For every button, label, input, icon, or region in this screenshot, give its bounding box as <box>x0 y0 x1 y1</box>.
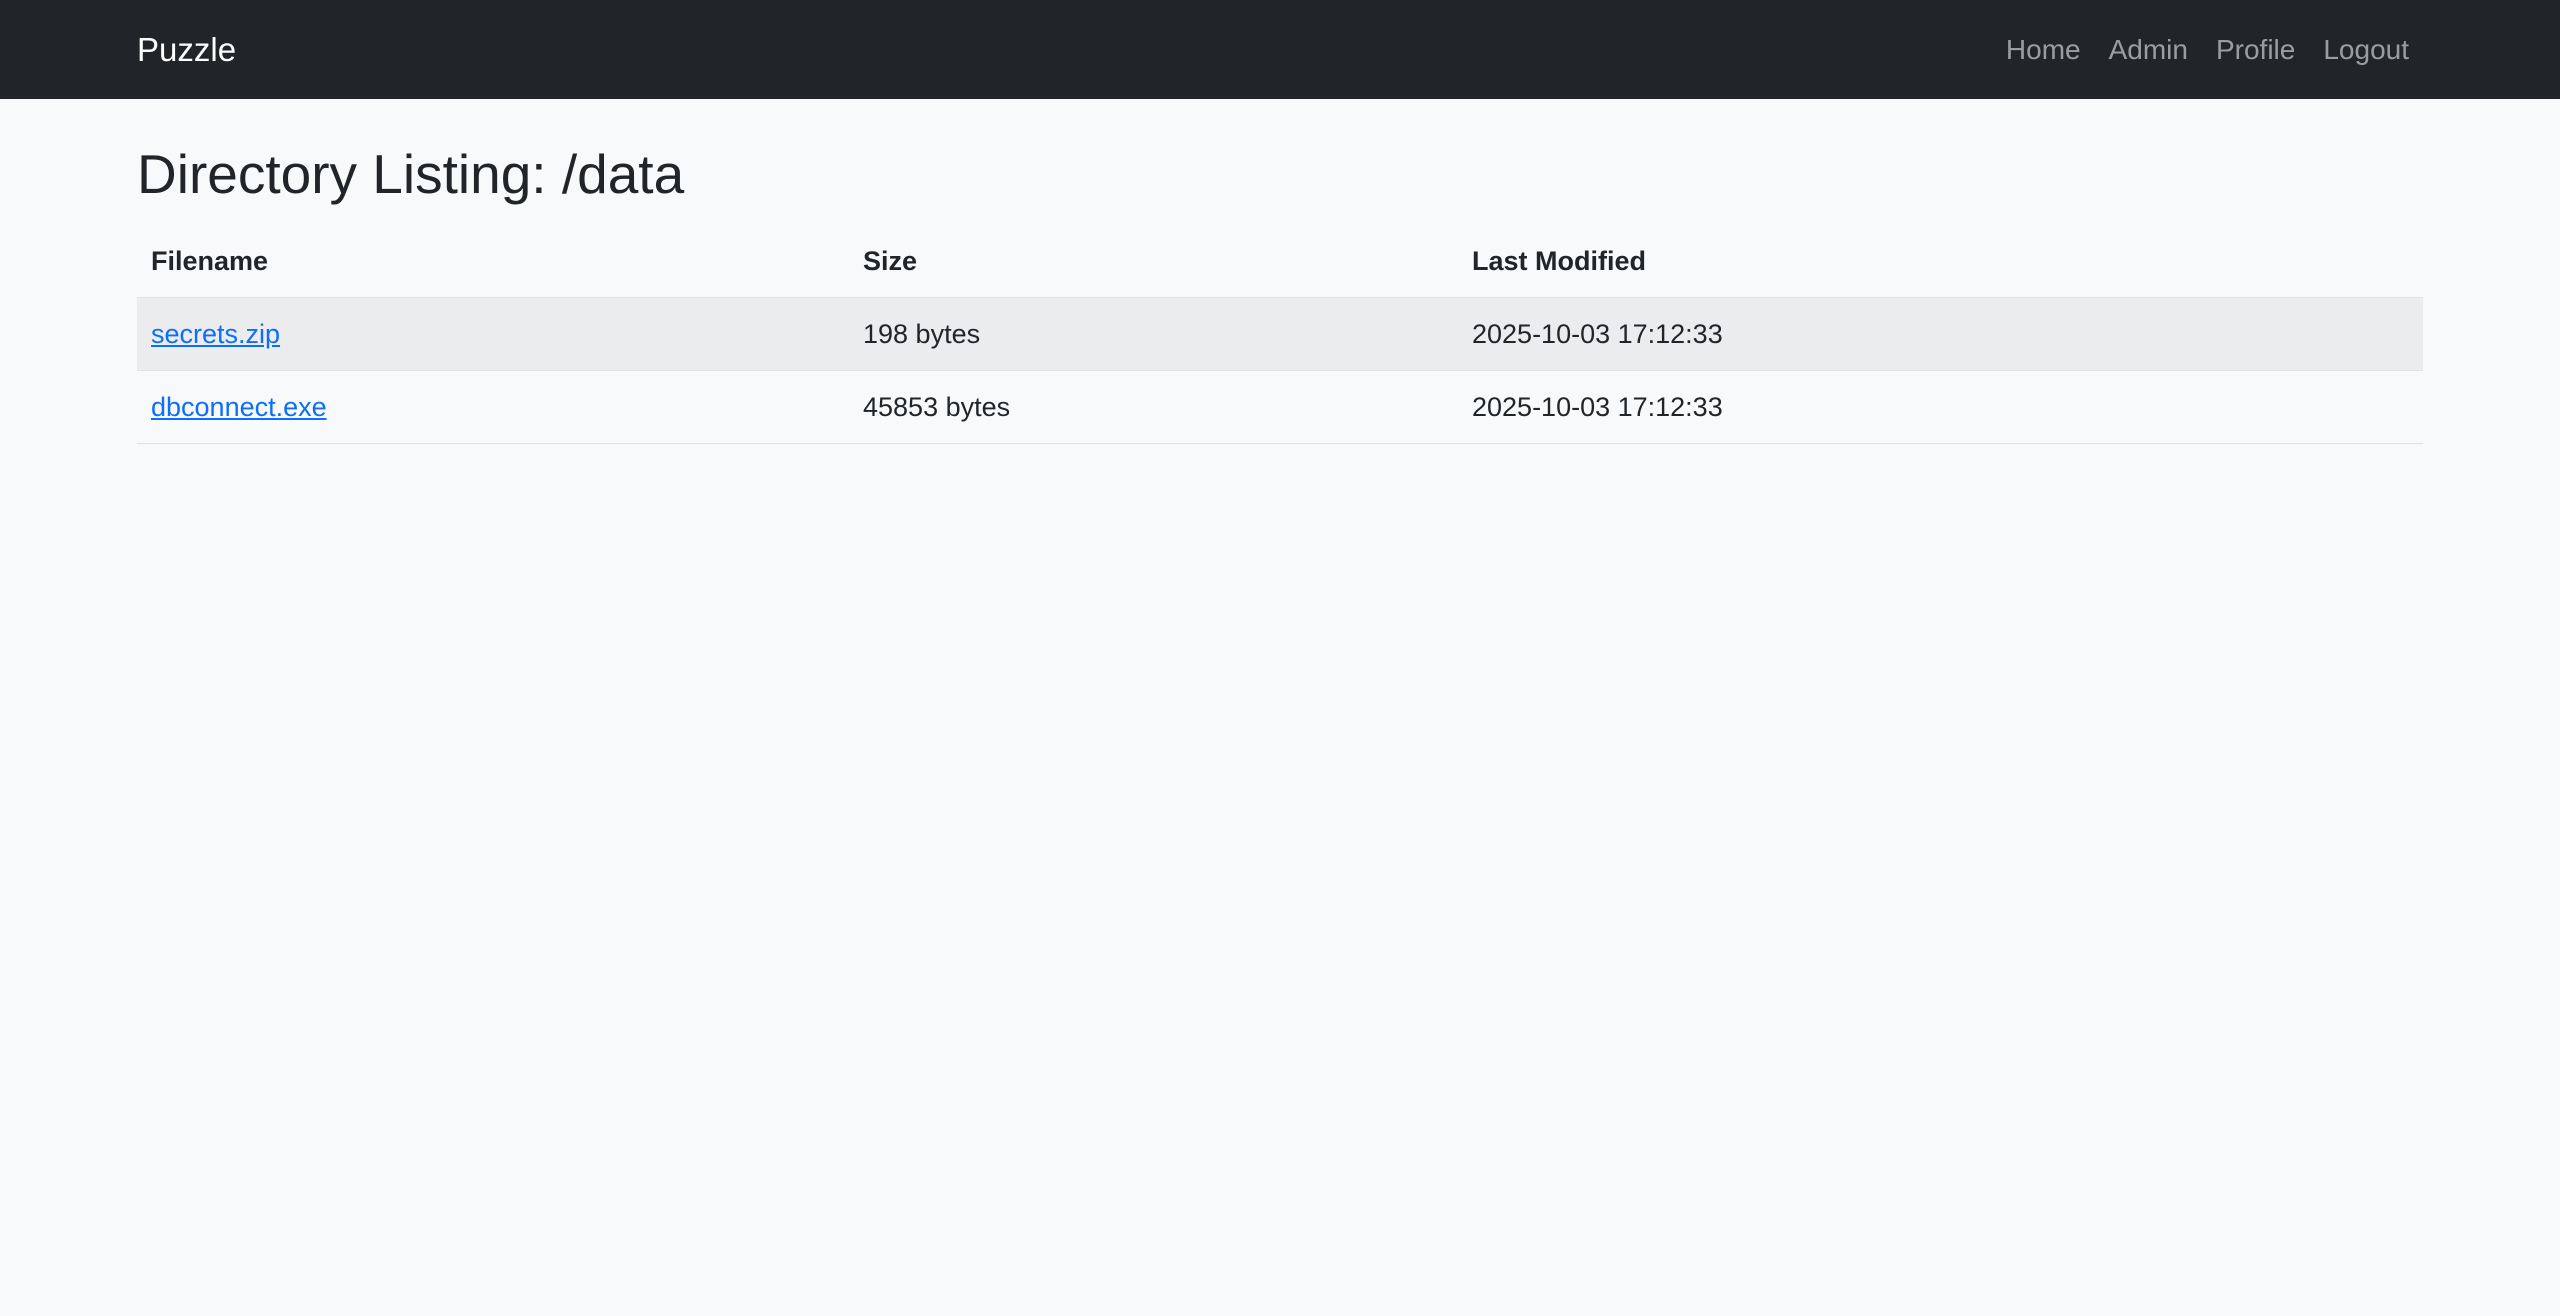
top-navbar: Puzzle Home Admin Profile Logout <box>0 0 2560 99</box>
column-header-size: Size <box>849 225 1458 298</box>
column-header-last-modified: Last Modified <box>1458 225 2423 298</box>
table-row: secrets.zip 198 bytes 2025-10-03 17:12:3… <box>137 297 2423 371</box>
modified-cell: 2025-10-03 17:12:33 <box>1458 297 2423 371</box>
nav-logout-link[interactable]: Logout <box>2309 34 2409 66</box>
filename-cell: secrets.zip <box>137 297 849 371</box>
size-cell: 45853 bytes <box>849 370 1458 444</box>
nav-links: Home Admin Profile Logout <box>1992 34 2409 66</box>
nav-profile-link[interactable]: Profile <box>2202 34 2309 66</box>
file-link[interactable]: dbconnect.exe <box>151 392 327 422</box>
column-header-filename: Filename <box>137 225 849 298</box>
table-header-row: Filename Size Last Modified <box>137 225 2423 298</box>
main-content: Directory Listing: /data Filename Size L… <box>0 141 2560 444</box>
brand-link[interactable]: Puzzle <box>137 31 236 69</box>
filename-cell: dbconnect.exe <box>137 370 849 444</box>
size-cell: 198 bytes <box>849 297 1458 371</box>
modified-cell: 2025-10-03 17:12:33 <box>1458 370 2423 444</box>
nav-admin-link[interactable]: Admin <box>2095 34 2202 66</box>
table-row: dbconnect.exe 45853 bytes 2025-10-03 17:… <box>137 370 2423 444</box>
nav-home-link[interactable]: Home <box>1992 34 2095 66</box>
page-title: Directory Listing: /data <box>137 143 685 205</box>
directory-table: Filename Size Last Modified secrets.zip … <box>137 225 2423 444</box>
file-link[interactable]: secrets.zip <box>151 319 280 349</box>
